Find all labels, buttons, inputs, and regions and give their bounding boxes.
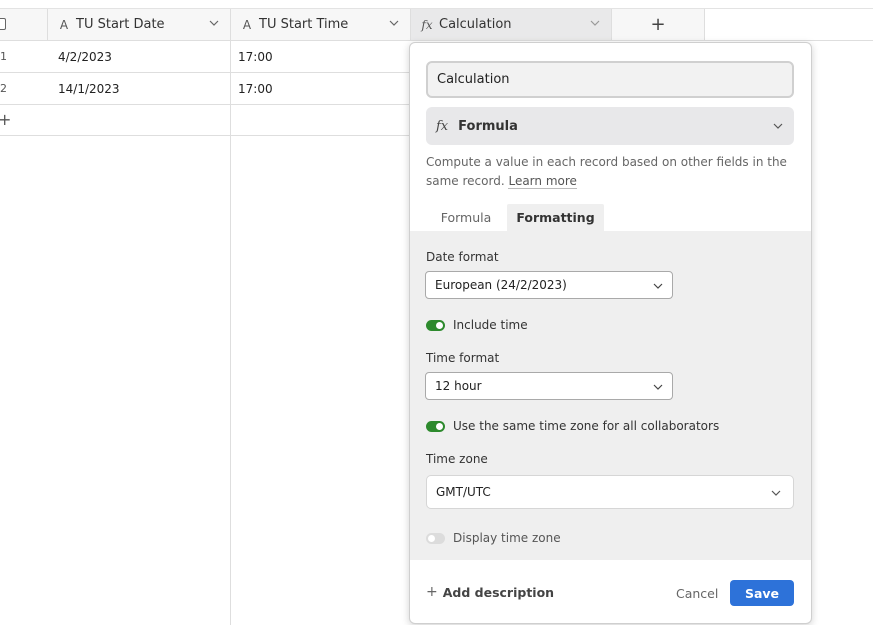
column-divider bbox=[230, 41, 231, 625]
add-row-plus-icon[interactable]: + bbox=[0, 110, 11, 129]
same-time-zone-toggle-row[interactable]: Use the same time zone for all collabora… bbox=[426, 419, 719, 433]
column-header-calculation[interactable]: fx Calculation bbox=[411, 9, 612, 40]
text-type-icon: A bbox=[59, 17, 69, 32]
field-type-select[interactable]: fx Formula bbox=[426, 107, 794, 145]
include-time-toggle-row[interactable]: Include time bbox=[426, 318, 528, 332]
column-header-start-time[interactable]: A TU Start Time bbox=[231, 9, 411, 40]
formatting-section: Date format European (24/2/2023) Include… bbox=[410, 231, 811, 560]
time-zone-select[interactable]: GMT/UTC bbox=[426, 475, 794, 509]
learn-more-link[interactable]: Learn more bbox=[508, 174, 577, 189]
display-time-zone-toggle[interactable] bbox=[426, 532, 445, 544]
formula-fx-icon: fx bbox=[436, 118, 449, 134]
app-root: A TU Start Date A TU Start Time fx Calcu… bbox=[0, 0, 873, 625]
chevron-down-icon bbox=[773, 123, 783, 129]
grid-header: A TU Start Date A TU Start Time fx Calcu… bbox=[0, 9, 873, 41]
plus-icon: + bbox=[426, 584, 438, 600]
time-format-label: Time format bbox=[426, 351, 500, 365]
table-row[interactable]: 1 4/2/2023 17:00 bbox=[0, 41, 410, 73]
cell-start-time[interactable]: 17:00 bbox=[238, 82, 273, 96]
cancel-button[interactable]: Cancel bbox=[676, 586, 718, 601]
row-number: 1 bbox=[0, 50, 7, 63]
row-selector-header bbox=[0, 9, 48, 40]
include-time-toggle[interactable] bbox=[426, 319, 445, 331]
field-type-description: Compute a value in each record based on … bbox=[426, 155, 787, 189]
chevron-down-icon[interactable] bbox=[388, 17, 400, 29]
chevron-down-icon[interactable] bbox=[589, 17, 601, 29]
cell-start-time[interactable]: 17:00 bbox=[238, 50, 273, 64]
add-row[interactable] bbox=[0, 105, 410, 136]
add-description-button[interactable]: + Add description bbox=[426, 584, 554, 600]
table-row[interactable]: 2 14/1/2023 17:00 bbox=[0, 73, 410, 105]
save-button[interactable]: Save bbox=[730, 580, 794, 606]
date-format-label: Date format bbox=[426, 250, 499, 264]
add-column-button[interactable]: + bbox=[612, 9, 705, 40]
chevron-down-icon bbox=[653, 283, 663, 289]
display-time-zone-toggle-row[interactable]: Display time zone bbox=[426, 531, 561, 545]
field-type-label: Formula bbox=[458, 118, 518, 134]
chevron-down-icon bbox=[653, 384, 663, 390]
field-config-panel: fx Formula Compute a value in each recor… bbox=[409, 42, 812, 624]
chevron-down-icon[interactable] bbox=[208, 17, 220, 29]
column-header-label: Calculation bbox=[439, 17, 512, 32]
column-header-start-date[interactable]: A TU Start Date bbox=[48, 9, 231, 40]
field-name-input[interactable] bbox=[426, 61, 794, 98]
same-time-zone-toggle[interactable] bbox=[426, 420, 445, 432]
time-format-select[interactable]: 12 hour bbox=[425, 372, 673, 400]
chevron-down-icon bbox=[771, 490, 781, 496]
column-header-label: TU Start Date bbox=[76, 17, 165, 32]
plus-icon: + bbox=[650, 14, 666, 35]
cell-start-date[interactable]: 4/2/2023 bbox=[58, 50, 112, 64]
config-tabs: Formula Formatting bbox=[410, 204, 811, 231]
column-header-label: TU Start Time bbox=[259, 17, 349, 32]
text-type-icon: A bbox=[242, 17, 252, 32]
formula-fx-icon: fx bbox=[421, 17, 433, 32]
cell-start-date[interactable]: 14/1/2023 bbox=[58, 82, 120, 96]
select-all-checkbox[interactable] bbox=[0, 18, 6, 30]
tab-formatting[interactable]: Formatting bbox=[507, 204, 604, 231]
date-format-select[interactable]: European (24/2/2023) bbox=[425, 271, 673, 299]
row-number: 2 bbox=[0, 82, 7, 95]
time-zone-label: Time zone bbox=[426, 452, 488, 466]
tab-formula[interactable]: Formula bbox=[426, 204, 506, 231]
